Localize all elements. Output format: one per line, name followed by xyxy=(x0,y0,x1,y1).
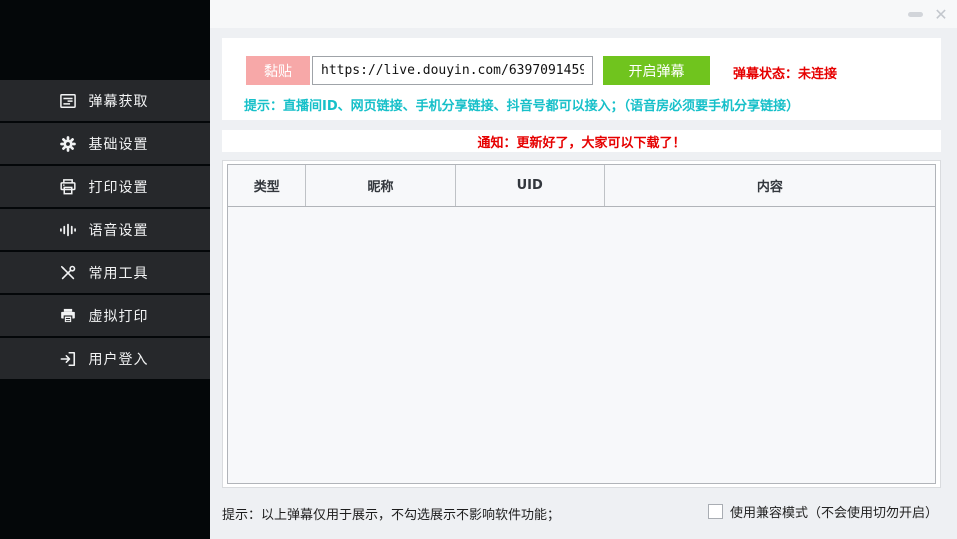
gear-icon xyxy=(58,134,78,154)
sidebar-item-label: 打印设置 xyxy=(89,177,153,197)
footer-tip: 提示：以上弹幕仅用于展示，不勾选展示不影响软件功能； xyxy=(222,504,560,523)
sidebar-item-print-settings[interactable]: 打印设置 xyxy=(0,166,210,207)
column-header-nickname: 昵称 xyxy=(306,165,455,206)
sidebar-item-voice-settings[interactable]: 语音设置 xyxy=(0,209,210,250)
close-icon: ✕ xyxy=(934,5,947,24)
virtual-printer-icon xyxy=(58,306,78,326)
sidebar: 弹幕获取 基础设置 xyxy=(0,0,210,539)
sidebar-item-label: 基础设置 xyxy=(89,134,153,154)
sidebar-item-virtual-print[interactable]: 虚拟打印 xyxy=(0,295,210,336)
voice-wave-icon xyxy=(58,220,78,240)
minimize-button[interactable] xyxy=(901,0,929,28)
sidebar-menu: 弹幕获取 基础设置 xyxy=(0,80,210,381)
login-icon xyxy=(58,349,78,369)
connect-tip: 提示：直播间ID、网页链接、手机分享链接、抖音号都可以接入；（语音房必须要手机分… xyxy=(244,95,799,114)
sidebar-item-label: 用户登入 xyxy=(89,349,153,369)
sidebar-item-label: 弹幕获取 xyxy=(89,91,153,111)
main-area: ✕ 黏贴 开启弹幕 弹幕状态：未连接 提示：直播间ID、网页链接、手机分享链接、… xyxy=(210,0,957,539)
connect-card: 黏贴 开启弹幕 弹幕状态：未连接 提示：直播间ID、网页链接、手机分享链接、抖音… xyxy=(222,38,941,120)
start-danmaku-button[interactable]: 开启弹幕 xyxy=(603,56,710,85)
compat-checkbox-label: 使用兼容模式（不会使用切勿开启） xyxy=(730,502,938,521)
danmaku-status: 弹幕状态：未连接 xyxy=(733,63,837,82)
paste-button[interactable]: 黏贴 xyxy=(246,56,310,85)
live-url-input[interactable] xyxy=(312,56,593,85)
danmaku-list-icon xyxy=(58,91,78,111)
compat-mode-toggle[interactable]: 使用兼容模式（不会使用切勿开启） xyxy=(708,502,938,521)
minimize-icon xyxy=(908,12,923,17)
column-header-type: 类型 xyxy=(228,165,306,206)
sidebar-item-common-tools[interactable]: 常用工具 xyxy=(0,252,210,293)
notice-text: 通知：更新好了，大家可以下载了！ xyxy=(477,132,685,151)
close-button[interactable]: ✕ xyxy=(927,0,955,28)
tools-icon xyxy=(58,263,78,283)
table-body-empty[interactable] xyxy=(228,207,935,483)
sidebar-item-user-login[interactable]: 用户登入 xyxy=(0,338,210,379)
sidebar-item-basic-settings[interactable]: 基础设置 xyxy=(0,123,210,164)
sidebar-item-danmaku-capture[interactable]: 弹幕获取 xyxy=(0,80,210,121)
column-header-content: 内容 xyxy=(605,165,935,206)
titlebar: ✕ xyxy=(210,0,957,28)
notice-bar: 通知：更新好了，大家可以下载了！ xyxy=(222,130,941,152)
compat-checkbox[interactable] xyxy=(708,504,723,519)
printer-icon xyxy=(58,177,78,197)
sidebar-item-label: 常用工具 xyxy=(89,263,153,283)
danmaku-table: 类型 昵称 UID 内容 xyxy=(227,164,936,484)
table-header-row: 类型 昵称 UID 内容 xyxy=(228,165,935,207)
sidebar-item-label: 虚拟打印 xyxy=(89,306,153,326)
column-header-uid: UID xyxy=(456,165,605,206)
sidebar-item-label: 语音设置 xyxy=(89,220,153,240)
danmaku-table-panel: 类型 昵称 UID 内容 xyxy=(222,160,941,488)
